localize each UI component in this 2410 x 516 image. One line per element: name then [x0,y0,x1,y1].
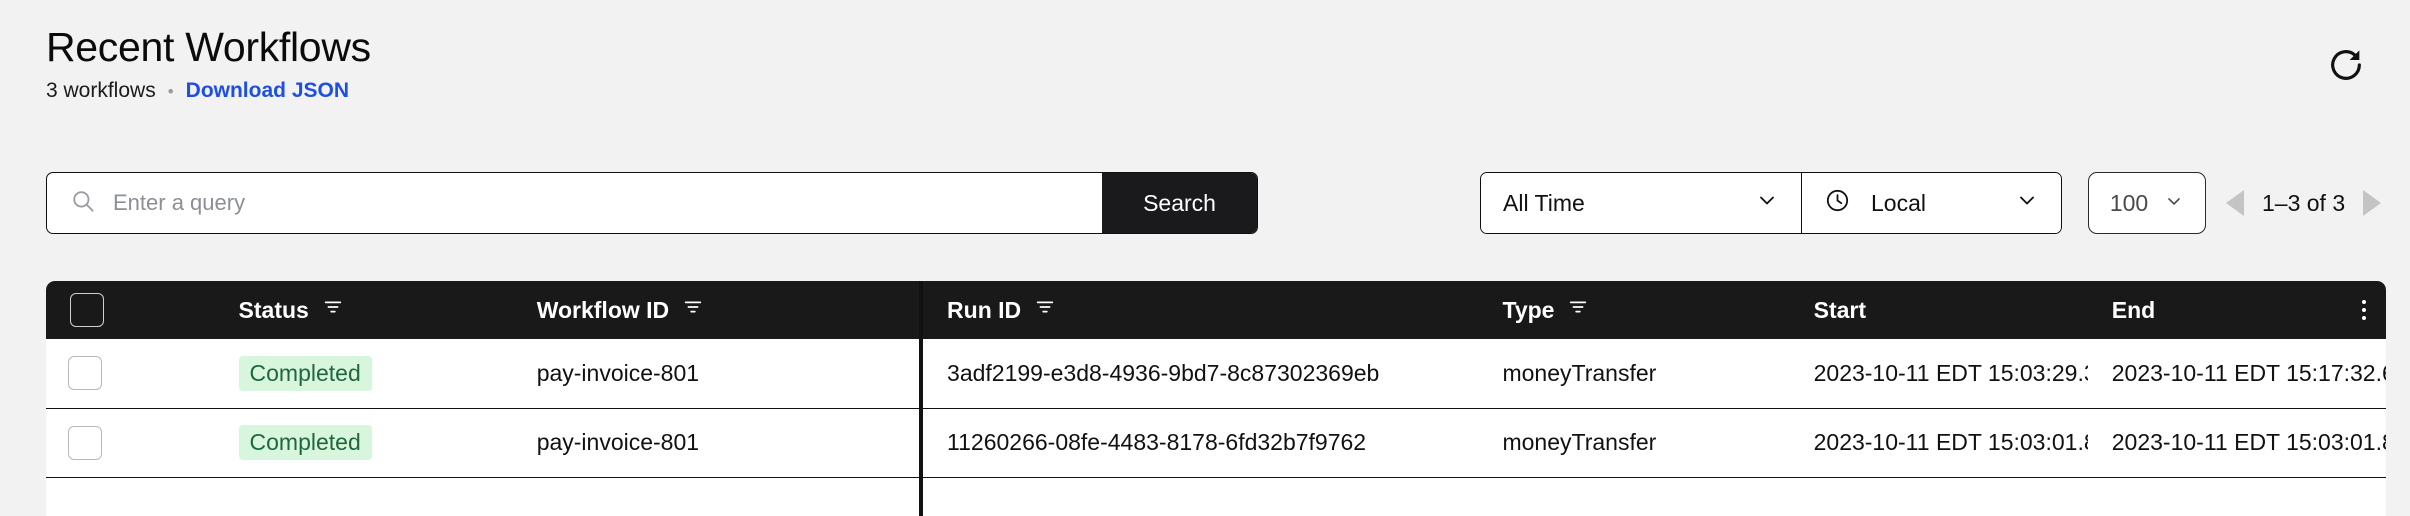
row-checkbox[interactable] [68,356,102,391]
timezone-value-group: Local [1824,187,1926,220]
timezone-label: Local [1871,189,1926,216]
cell-end: 2023-10-11 EDT 15:17:32.66 [2087,339,2386,409]
cell-end [2087,477,2386,516]
column-label-end: End [2111,296,2156,323]
cell-workflow-id[interactable]: pay-invoice-801 [512,339,924,409]
table-body: Completed pay-invoice-801 3adf2199-e3d8-… [46,339,2386,516]
table-row[interactable]: Completed pay-invoice-801 11260266-08fe-… [46,408,2386,478]
column-header-workflow-id[interactable]: Workflow ID [512,281,924,339]
filter-icon[interactable] [1567,296,1589,324]
search-controls: Search [46,172,1258,234]
triangle-right-icon[interactable] [2363,190,2382,216]
cell-start: 2023-10-11 EDT 15:03:29.39 [1789,339,2088,409]
column-label-start: Start [1813,296,1867,323]
search-field [47,173,1102,233]
column-label-run-id: Run ID [947,296,1022,323]
table-row[interactable] [46,477,2386,516]
cell-type: moneyTransfer [1478,339,1790,409]
cell-end: 2023-10-11 EDT 15:03:01.83 [2087,408,2386,478]
cell-run-id[interactable]: 3adf2199-e3d8-4936-9bd7-8c87302369eb [921,339,1479,409]
table-header: Status Workflow ID Run ID Type Start End [46,281,2386,339]
filter-controls: All Time Local 100 1–3 of 3 [1480,172,2382,234]
cell-workflow-id[interactable]: pay-invoice-801 [512,408,924,478]
cell-status: Completed [214,408,513,478]
time-range-value: All Time [1503,189,1585,216]
page-header: Recent Workflows 3 workflows • Download … [46,24,371,103]
workflows-table: Status Workflow ID Run ID Type Start End… [46,281,2386,516]
separator-dot: • [167,81,174,101]
cell-status: Completed [214,339,513,409]
cell-run-id[interactable]: 11260266-08fe-4483-8178-6fd32b7f9762 [921,408,1479,478]
row-select-cell [46,408,215,478]
refresh-icon [2326,45,2366,88]
filter-icon[interactable] [322,296,344,324]
triangle-left-icon[interactable] [2226,190,2244,216]
column-header-type[interactable]: Type [1478,281,1790,339]
pagination-controls: 1–3 of 3 [2226,189,2382,217]
time-range-select[interactable]: All Time [1481,173,1801,233]
chevron-down-icon [2164,190,2184,217]
pagination-range-label: 1–3 of 3 [2262,189,2346,216]
filter-icon[interactable] [1034,296,1056,324]
cell-run-id[interactable] [921,477,1479,516]
time-filter-group: All Time Local [1480,172,2062,234]
column-header-run-id[interactable]: Run ID [921,281,1479,339]
chevron-down-icon [1755,188,1779,218]
status-badge: Completed [238,425,372,460]
workflow-count: 3 workflows [46,79,156,102]
cell-start [1789,477,2088,516]
cell-workflow-id[interactable] [512,477,924,516]
page-subtitle: 3 workflows • Download JSON [46,79,371,103]
filter-icon[interactable] [682,296,704,324]
search-bar: Search [46,172,1258,234]
refresh-button[interactable] [2324,44,2368,88]
kebab-menu-icon[interactable] [2362,300,2366,320]
column-label-status: Status [238,296,309,323]
table-row[interactable]: Completed pay-invoice-801 3adf2199-e3d8-… [46,339,2386,409]
cell-type [1478,477,1790,516]
recent-workflows-page: Recent Workflows 3 workflows • Download … [0,0,2410,516]
table-header-row: Status Workflow ID Run ID Type Start End [46,281,2386,339]
workflows-table-container: Status Workflow ID Run ID Type Start End… [46,281,2386,516]
status-badge: Completed [238,355,372,391]
column-header-status[interactable]: Status [214,281,513,339]
search-input[interactable] [113,173,1079,233]
page-title: Recent Workflows [46,24,371,70]
clock-icon [1824,187,1851,220]
row-checkbox[interactable] [68,425,102,460]
column-header-start[interactable]: Start [1789,281,2088,339]
column-label-workflow-id: Workflow ID [536,296,670,323]
timezone-select[interactable]: Local [1801,173,2061,233]
page-size-select[interactable]: 100 [2088,172,2206,234]
select-all-header [46,281,215,339]
search-icon [70,188,96,219]
cell-start: 2023-10-11 EDT 15:03:01.80 [1789,408,2088,478]
search-button[interactable]: Search [1102,173,1257,233]
column-header-end[interactable]: End [2087,281,2386,339]
page-size-value: 100 [2109,189,2149,216]
select-all-checkbox[interactable] [70,293,104,327]
download-json-link[interactable]: Download JSON [186,79,349,103]
row-select-cell [46,477,215,516]
cell-type: moneyTransfer [1478,408,1790,478]
column-label-type: Type [1502,296,1555,323]
chevron-down-icon [2015,188,2039,218]
row-select-cell [46,339,215,409]
cell-status [214,477,513,516]
